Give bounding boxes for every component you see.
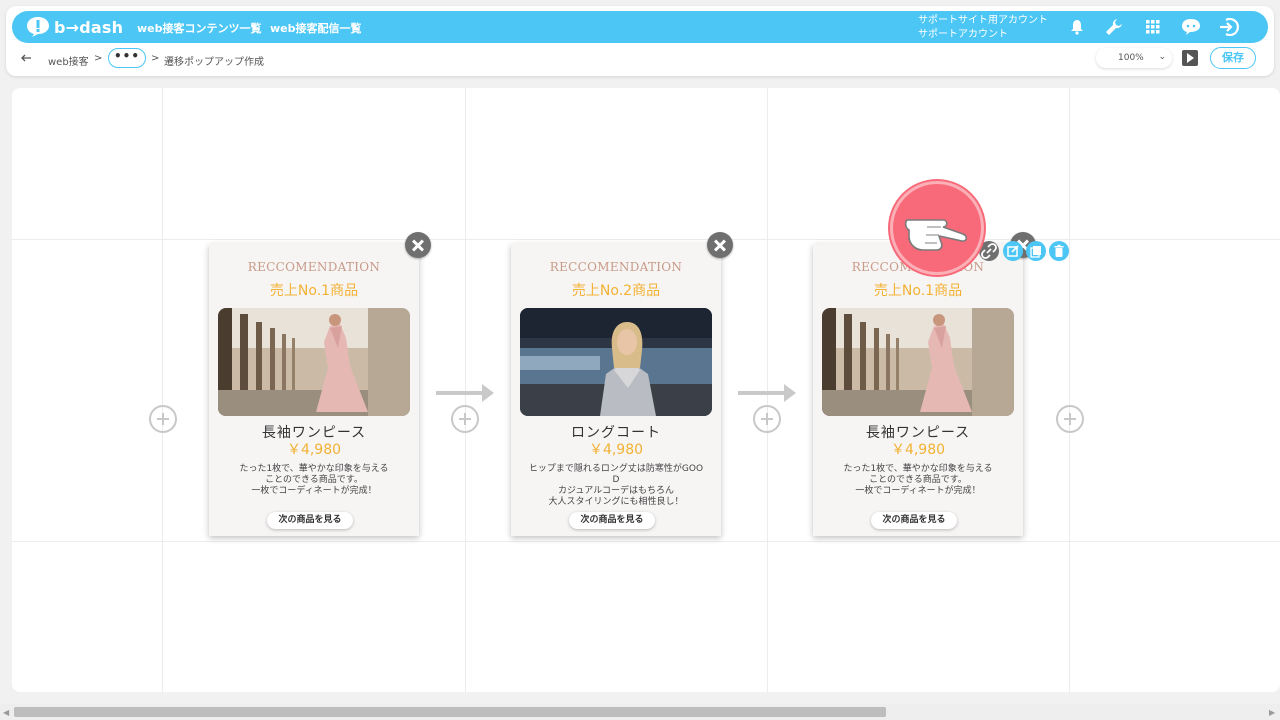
product-description: ヒップまで隠れるロング丈は防寒性がGOO D カジュアルコーデはもちろん 大人ス… (528, 464, 704, 507)
save-button[interactable]: 保存 (1210, 47, 1256, 69)
breadcrumb-more-button[interactable]: ••• (108, 48, 146, 68)
back-arrow-icon[interactable] (20, 52, 32, 64)
pointing-hand-icon (904, 219, 968, 251)
cursor-highlight (890, 181, 984, 275)
card-toolbar (979, 241, 1069, 261)
grid-line (767, 88, 768, 692)
add-step-button[interactable] (1056, 405, 1084, 433)
copy-icon[interactable] (1026, 241, 1046, 261)
flow-arrow-icon (436, 384, 494, 402)
add-step-button[interactable] (149, 405, 177, 433)
product-price: ￥4,980 (286, 442, 342, 458)
link-icon[interactable] (979, 241, 999, 261)
logo-bubble-icon (27, 17, 49, 37)
wrench-icon[interactable] (1103, 16, 1125, 38)
close-card-button[interactable] (405, 232, 431, 258)
preview-play-button[interactable] (1182, 50, 1198, 66)
nav-content-list[interactable]: web接客コンテンツ一覧 (137, 20, 262, 36)
product-price: ￥4,980 (588, 442, 644, 458)
add-step-button[interactable] (753, 405, 781, 433)
product-image (218, 308, 410, 416)
popup-card[interactable]: RECCOMENDATION 売上No.1商品 長袖ワンピース ￥4,980 た… (209, 244, 419, 536)
card-rank: 売上No.1商品 (873, 283, 963, 299)
product-description: たった1枚で、華やかな印象を与える ことのできる商品です。 一枚でコーディネート… (239, 464, 389, 496)
nav-delivery-list[interactable]: web接客配信一覧 (270, 20, 362, 36)
card-heading: RECCOMENDATION (549, 260, 683, 274)
support-chat-icon[interactable] (1180, 16, 1202, 38)
card-rank: 売上No.1商品 (269, 283, 359, 299)
breadcrumb-web-service[interactable]: web接客 (48, 53, 89, 68)
product-price: ￥4,980 (890, 442, 946, 458)
card-rank: 売上No.2商品 (571, 283, 661, 299)
grid-line (1069, 88, 1070, 692)
logo[interactable]: b→dash (26, 16, 123, 38)
grid-line (465, 88, 466, 692)
product-image (520, 308, 712, 416)
top-bar: b→dash web接客コンテンツ一覧 web接客配信一覧 サポートサイト用アカ… (12, 11, 1268, 43)
breadcrumb-separator: > (151, 53, 160, 64)
add-step-button[interactable] (451, 405, 479, 433)
product-description: たった1枚で、華やかな印象を与える ことのできる商品です。 一枚でコーディネート… (843, 464, 993, 496)
logout-icon[interactable] (1218, 16, 1240, 38)
scroll-right-icon[interactable]: ▶ (1269, 708, 1275, 717)
bell-icon[interactable] (1066, 16, 1088, 38)
zoom-select[interactable]: 100% ⌄ (1096, 48, 1172, 68)
product-image (822, 308, 1014, 416)
account-info[interactable]: サポートサイト用アカウント サポートアカウント (918, 14, 1048, 42)
card-heading: RECCOMENDATION (247, 260, 381, 274)
grid-line (12, 541, 1280, 542)
breadcrumb-separator: > (94, 53, 103, 64)
breadcrumb-current: 遷移ポップアップ作成 (164, 57, 264, 68)
popup-card[interactable]: RECCOMENDATION 売上No.1商品 長袖ワンピース ￥4,980 た… (813, 244, 1023, 536)
scroll-left-icon[interactable]: ◀ (3, 708, 9, 717)
chevron-down-icon: ⌄ (1158, 52, 1166, 62)
horizontal-scrollbar[interactable]: ◀ ▶ (0, 704, 1280, 720)
breadcrumb-bar: web接客 > ••• > 遷移ポップアップ作成 100% ⌄ 保存 (0, 44, 1268, 76)
popup-card[interactable]: RECCOMENDATION 売上No.2商品 ロングコート ￥4,980 ヒッ… (511, 244, 721, 536)
trash-icon[interactable] (1049, 241, 1069, 261)
scrollbar-thumb[interactable] (14, 707, 886, 717)
grid-line (12, 239, 1280, 240)
grid-line (162, 88, 163, 692)
next-product-button[interactable]: 次の商品を見る (267, 512, 353, 529)
zoom-value: 100% (1118, 53, 1144, 63)
logo-text: b→dash (54, 17, 124, 37)
next-product-button[interactable]: 次の商品を見る (569, 512, 655, 529)
close-card-button[interactable] (707, 232, 733, 258)
account-site: サポートサイト用アカウント (918, 15, 1048, 26)
grid-menu-icon[interactable] (1142, 16, 1164, 38)
next-product-button[interactable]: 次の商品を見る (871, 512, 957, 529)
flow-arrow-icon (738, 384, 796, 402)
account-user: サポートアカウント (918, 29, 1008, 40)
edit-icon[interactable] (1003, 241, 1023, 261)
